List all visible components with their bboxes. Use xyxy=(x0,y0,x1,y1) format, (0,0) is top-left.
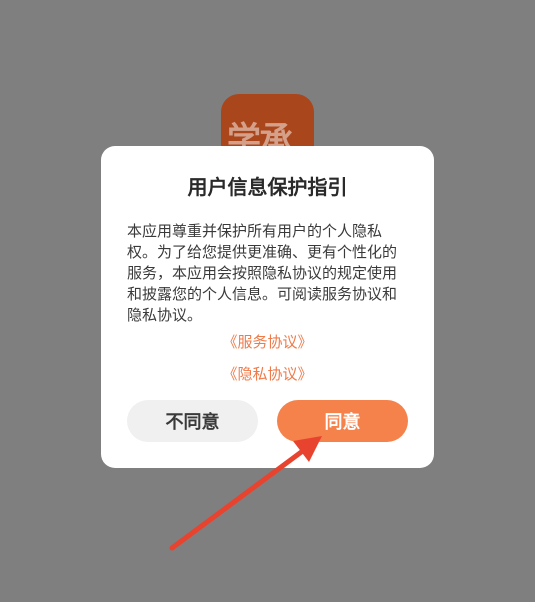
privacy-policy-link[interactable]: 《隐私协议》 xyxy=(101,364,434,384)
disagree-button[interactable]: 不同意 xyxy=(127,400,258,442)
agree-button[interactable]: 同意 xyxy=(277,400,408,442)
privacy-dialog: 用户信息保护指引 本应用尊重并保护所有用户的个人隐私权。为了给您提供更准确、更有… xyxy=(101,146,434,468)
service-agreement-link[interactable]: 《服务协议》 xyxy=(101,332,434,352)
dialog-title: 用户信息保护指引 xyxy=(187,175,348,199)
dialog-body-text: 本应用尊重并保护所有用户的个人隐私权。为了给您提供更准确、更有个性化的服务，本应… xyxy=(127,222,398,324)
